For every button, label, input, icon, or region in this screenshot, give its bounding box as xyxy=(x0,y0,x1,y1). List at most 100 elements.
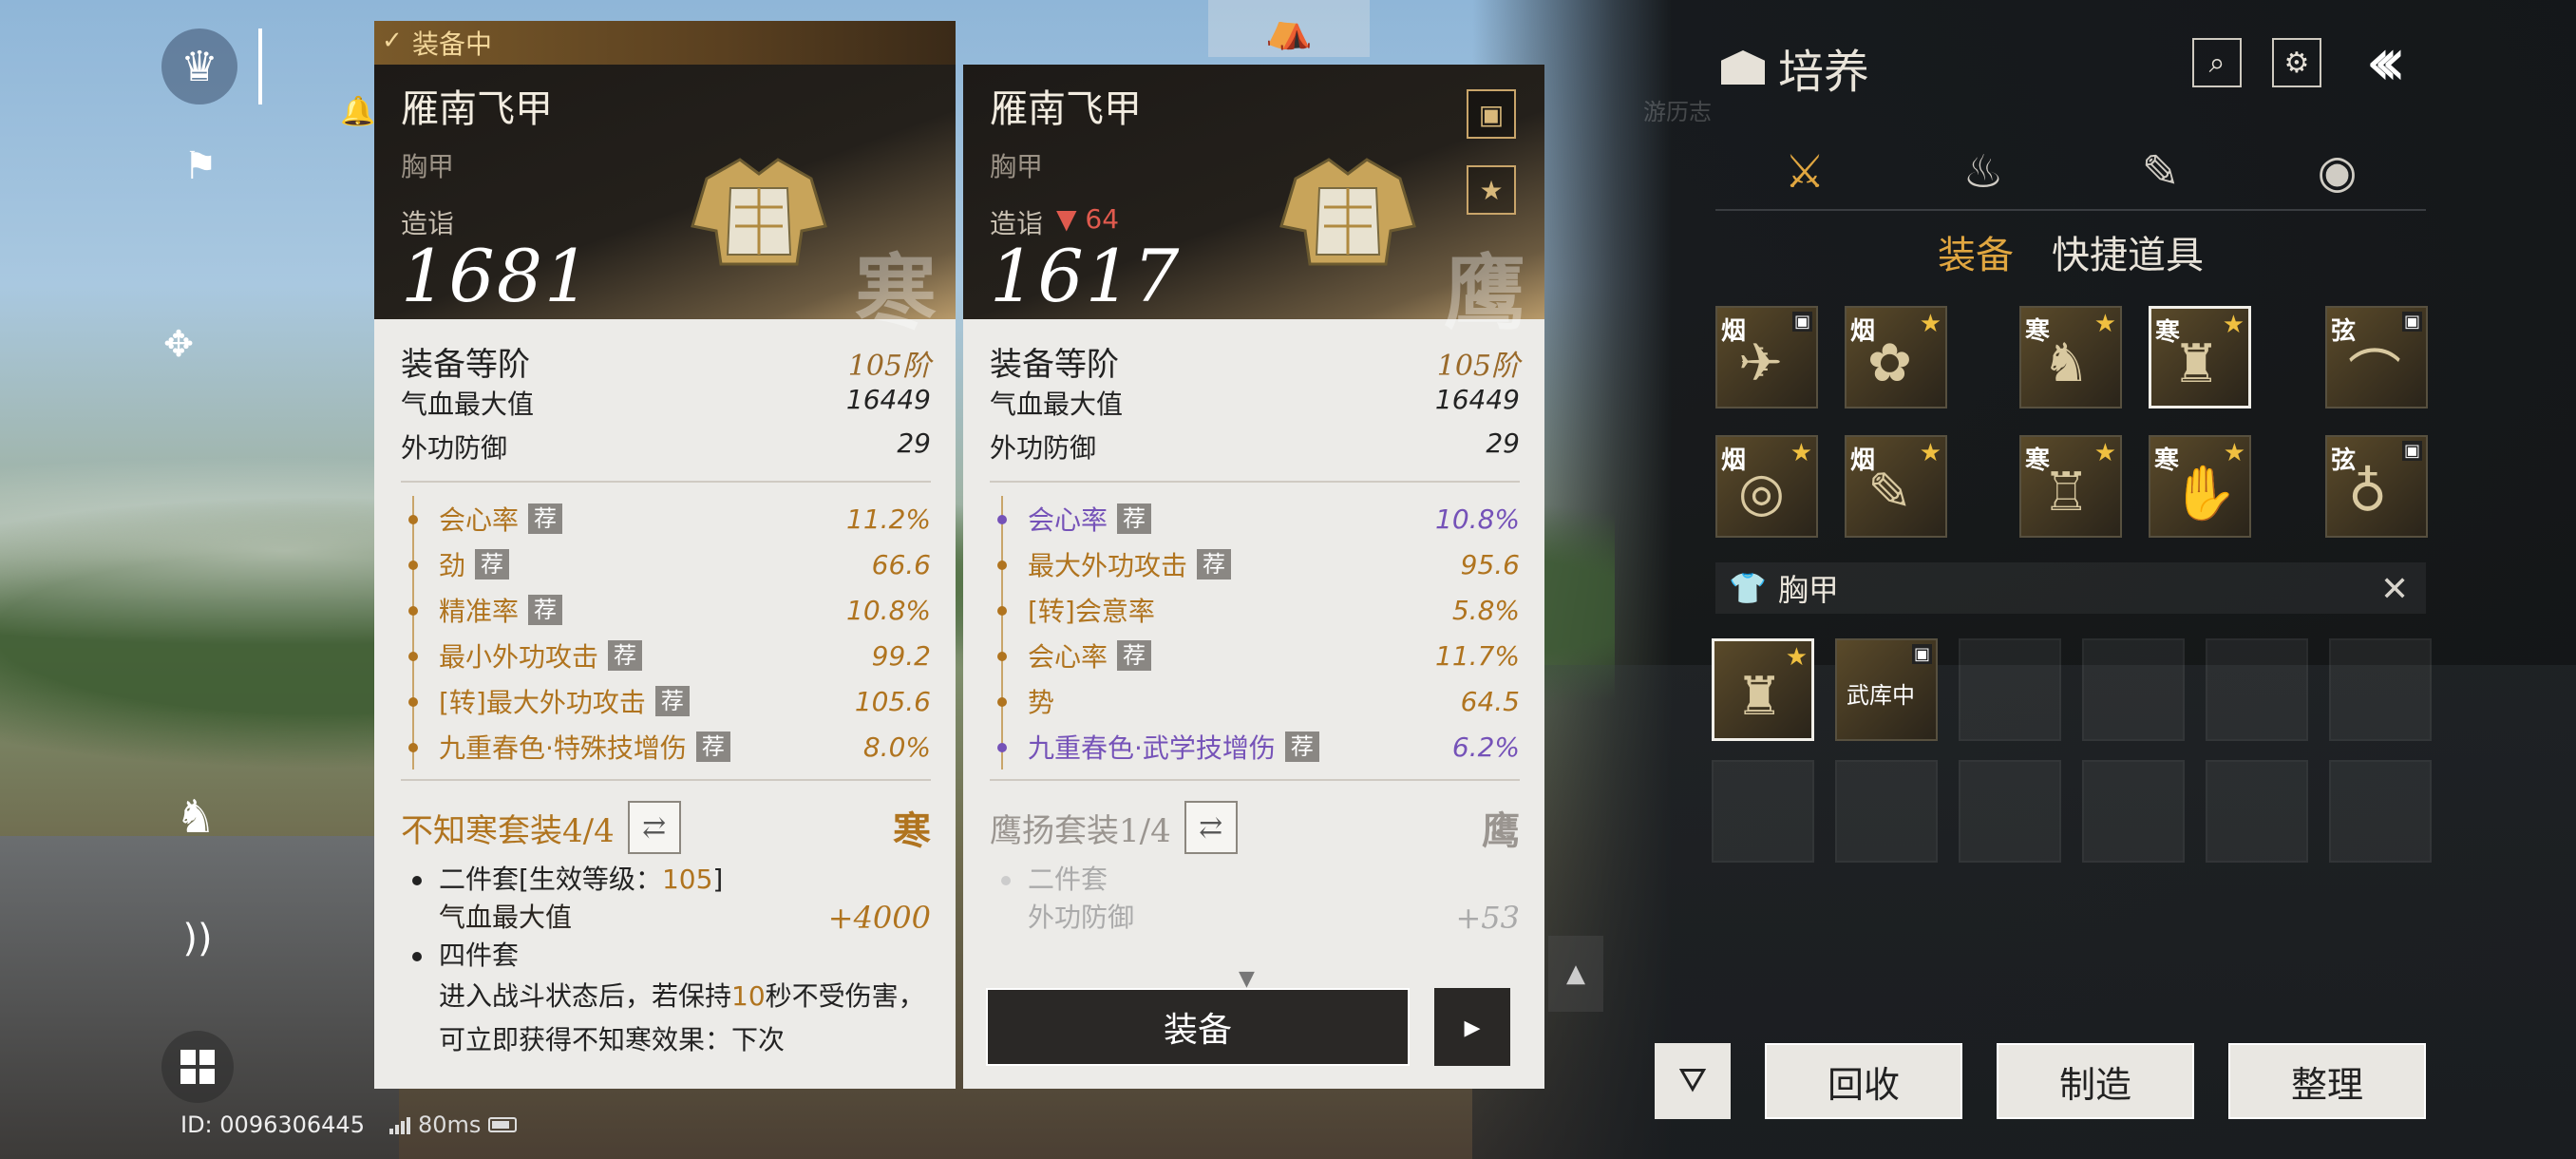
close-icon[interactable]: ✕ xyxy=(2380,570,2409,609)
slot-set-char: 弦 xyxy=(2331,446,2357,475)
equipped-label: 装备中 xyxy=(412,28,493,60)
sub-stat-value: 10.8% xyxy=(846,594,931,626)
back-icon[interactable]: ‹‹‹ xyxy=(2365,23,2407,101)
gem-tab-icon[interactable]: ◉ xyxy=(2318,145,2358,199)
stat-dot-icon xyxy=(997,743,1007,752)
inventory-slot[interactable] xyxy=(1712,760,1814,863)
equipment-slot[interactable]: ✿ 烟 ★ xyxy=(1845,306,1947,408)
inventory-slot[interactable] xyxy=(2206,760,2308,863)
crown-icon[interactable]: ♛ xyxy=(161,28,237,104)
bell-icon[interactable]: 🔔 xyxy=(340,95,375,128)
search-icon[interactable]: ⌕ xyxy=(2192,38,2242,87)
filter-icon[interactable]: ⛛ xyxy=(1655,1043,1731,1119)
inventory-slot[interactable] xyxy=(1835,760,1938,863)
sub-stat-name: 会心率 xyxy=(1028,641,1108,673)
inventory-slot[interactable]: 武库中 ▣ xyxy=(1835,638,1938,741)
inventory-slot[interactable] xyxy=(2082,638,2185,741)
gear-icon[interactable]: ⚙ xyxy=(2272,38,2321,87)
sub-stat-value: 6.2% xyxy=(1451,731,1520,763)
recommend-tag: 荐 xyxy=(1197,549,1232,580)
sub-tabs: 装备 快捷道具 xyxy=(1938,224,2204,279)
ping-value: 80ms xyxy=(418,1112,482,1138)
equipment-slot[interactable]: ◎ 烟 ★ xyxy=(1715,435,1818,538)
equip-button[interactable]: 装备 xyxy=(986,988,1410,1066)
tab-equipment[interactable]: 装备 xyxy=(1938,224,2014,279)
inventory-slot[interactable] xyxy=(2329,638,2432,741)
menu-grid-icon[interactable] xyxy=(161,1031,234,1103)
divider xyxy=(258,28,262,104)
compass-icon[interactable]: ✥ xyxy=(158,323,199,365)
page-title: 培养 xyxy=(1721,34,1869,101)
sort-button[interactable]: 整理 xyxy=(2228,1043,2426,1119)
rank-icon: ▣ xyxy=(1911,644,1932,664)
set-seal: 鹰 xyxy=(1482,808,1520,853)
inventory-slot[interactable]: ♜ ★ xyxy=(1712,638,1814,741)
slot-set-char: 弦 xyxy=(2331,317,2357,346)
equipment-slot[interactable]: ✋ 寒 ★ xyxy=(2149,435,2251,538)
check-icon: ✓ xyxy=(382,27,403,55)
recycle-button[interactable]: 回收 xyxy=(1765,1043,1962,1119)
recommend-tag: 荐 xyxy=(695,732,730,762)
sub-stat-value: 105.6 xyxy=(854,685,931,717)
inventory-slot[interactable] xyxy=(2329,760,2432,863)
craft-button[interactable]: 制造 xyxy=(1997,1043,2194,1119)
chest-armor-icon xyxy=(1279,158,1416,266)
power-score: 1617 xyxy=(990,234,1182,318)
flag-icon[interactable]: ⚑ xyxy=(177,142,224,190)
sub-stat-row: 九重春色·武学技增伤荐 6.2% xyxy=(990,724,1520,770)
equipped-banner: ✓ 装备中 xyxy=(374,21,956,65)
swap-set-button[interactable]: ⇄ xyxy=(627,801,681,854)
star-icon[interactable]: ★ xyxy=(1467,165,1516,215)
inventory-slot[interactable] xyxy=(1959,638,2061,741)
equipment-slot[interactable]: ♞ 寒 ★ xyxy=(2019,306,2122,408)
sub-stat-row: 劲荐 66.6 xyxy=(401,542,931,587)
base-stat-name: 气血最大值 xyxy=(401,389,535,420)
star-icon: ★ xyxy=(1919,439,1941,467)
rank-icon: ▣ xyxy=(2401,441,2422,461)
tab-quick-items[interactable]: 快捷道具 xyxy=(2052,224,2204,279)
equipment-slot[interactable]: ♖ 寒 ★ xyxy=(2019,435,2122,538)
equipment-slot[interactable]: ♁ 弦 ▣ xyxy=(2325,435,2428,538)
slot-set-char: 烟 xyxy=(1850,446,1876,475)
category-tabs: ⚔ ♨ ✎ ◉ xyxy=(1715,135,2426,211)
voice-icon[interactable]: )) xyxy=(171,912,224,965)
base-stat-row: 外功防御 29 xyxy=(990,428,1520,471)
equipment-slot[interactable]: ✎ 烟 ★ xyxy=(1845,435,1947,538)
slot-set-char: 烟 xyxy=(1721,446,1747,475)
sub-stat-name: 会心率 xyxy=(1028,504,1108,536)
stat-dot-icon xyxy=(408,697,418,707)
weapon-tab-icon[interactable]: ⚔ xyxy=(1784,145,1825,199)
sub-stat-value: 95.6 xyxy=(1460,548,1520,580)
item-slot: 胸甲 xyxy=(401,151,455,182)
tier-label: 装备等阶 xyxy=(990,346,1119,384)
item-name: 雁南飞甲 xyxy=(990,87,1142,131)
inventory-slot[interactable] xyxy=(2206,638,2308,741)
tier-value: 105阶 xyxy=(847,350,931,383)
swap-set-button[interactable]: ⇄ xyxy=(1184,801,1238,854)
hat-icon[interactable]: ⛺ xyxy=(1208,0,1370,57)
sub-stat-row: 势 64.5 xyxy=(990,678,1520,724)
star-icon: ★ xyxy=(1919,310,1941,338)
horse-icon[interactable]: ♞ xyxy=(167,788,224,846)
equipment-slot[interactable]: ⌒ 弦 ▣ xyxy=(2325,306,2428,408)
more-arrow-button[interactable]: ▸ xyxy=(1434,988,1510,1066)
base-stat-row: 气血最大值 16449 xyxy=(401,384,931,428)
equipment-slot[interactable]: ♜ 寒 ★ xyxy=(2149,306,2251,408)
category-label: 胸甲 xyxy=(1777,572,1839,608)
sub-stat-row: [转]最大外功攻击荐 105.6 xyxy=(401,678,931,724)
inventory-slot[interactable] xyxy=(1959,760,2061,863)
set-two-bonus: 外功防御 +53 xyxy=(1028,900,1520,936)
scroll-up-icon[interactable]: ▲ xyxy=(1548,936,1603,1012)
set-two-piece: 二件套[生效等级：105] xyxy=(401,861,931,899)
scroll-tab-icon[interactable]: ✎ xyxy=(2141,145,2179,199)
lock-icon[interactable]: ▣ xyxy=(1467,89,1516,139)
player-id: ID: 0096306445 xyxy=(180,1112,365,1138)
battery-icon xyxy=(488,1117,518,1132)
recommend-tag: 荐 xyxy=(1117,640,1152,671)
sub-stat-value: 8.0% xyxy=(862,731,931,763)
equipment-slot[interactable]: ✈ 烟 ▣ xyxy=(1715,306,1818,408)
inventory-slot[interactable] xyxy=(2082,760,2185,863)
recommend-tag: 荐 xyxy=(528,595,563,625)
stat-dot-icon xyxy=(997,697,1007,707)
bag-tab-icon[interactable]: ♨ xyxy=(1962,145,2003,199)
